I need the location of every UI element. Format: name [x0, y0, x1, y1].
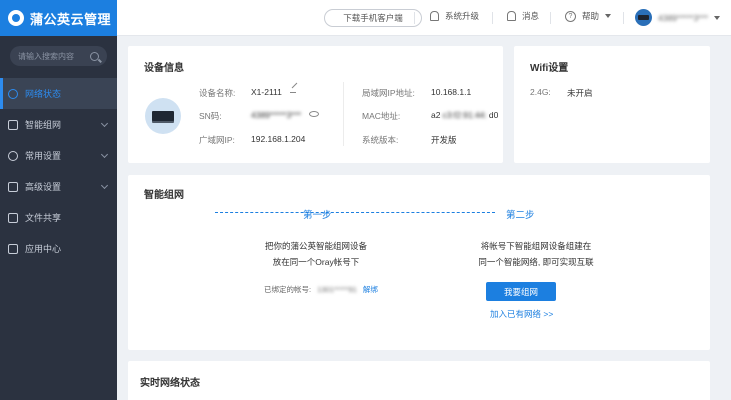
device-info-card: 设备信息 设备名称: X1-2111 SN码: 4389*****3*** 广域…	[128, 46, 503, 163]
account-name: 4389*****3***	[658, 12, 709, 23]
lan-ip-value: 10.168.1.1	[431, 87, 472, 97]
caret-down-icon	[605, 14, 612, 18]
logo[interactable]: 蒲公英云管理	[0, 0, 117, 36]
chevron-down-icon	[100, 150, 109, 159]
sidebar: 蒲公英云管理 请输入搜索内容 网络状态 智能组网 常用设置 高级设置 文件共享 …	[0, 0, 117, 400]
system-upgrade-button[interactable]: 系统升级	[430, 10, 479, 22]
settings-icon	[8, 150, 18, 161]
search-placeholder: 请输入搜索内容	[18, 51, 74, 61]
sidebar-item-common-settings[interactable]: 常用设置	[0, 140, 117, 171]
sidebar-item-label: 高级设置	[25, 182, 62, 192]
download-client-button[interactable]: 下载手机客户端	[324, 9, 422, 27]
device-name-value: X1-2111	[251, 87, 282, 97]
divider	[343, 82, 344, 146]
advanced-icon	[8, 181, 18, 192]
divider	[550, 12, 551, 24]
device-name-row: 设备名称: X1-2111	[199, 87, 296, 99]
upgrade-icon	[430, 11, 439, 21]
top-bar: 下载手机客户端 系统升级 消息 ? 帮助 4389*****3***	[117, 0, 731, 36]
sidebar-item-label: 网络状态	[25, 89, 62, 99]
search-icon[interactable]	[90, 51, 99, 61]
divider	[492, 12, 493, 24]
help-label: 帮助	[582, 11, 600, 21]
sidebar-item-advanced-settings[interactable]: 高级设置	[0, 171, 117, 202]
apps-icon	[8, 243, 18, 254]
messages-button[interactable]: 消息	[507, 10, 539, 22]
sidebar-item-app-center[interactable]: 应用中心	[0, 233, 117, 264]
sidebar-item-label: 应用中心	[25, 244, 62, 254]
sidebar-item-mesh[interactable]: 智能组网	[0, 109, 117, 140]
divider	[414, 12, 415, 24]
sidebar-item-label: 常用设置	[25, 151, 62, 161]
network-icon	[8, 88, 18, 99]
bound-account: 已绑定的帐号: 1301*****91 解绑	[264, 284, 378, 295]
bound-account-label: 已绑定的帐号:	[264, 285, 312, 294]
mac-row: MAC地址: a2 c3:f2:91:44: d0	[362, 110, 499, 121]
sn-row: SN码: 4389*****3***	[199, 110, 320, 122]
mac-value-start: a2	[431, 110, 441, 120]
step-one-label: 第一步	[303, 210, 332, 221]
device-info-title: 设备信息	[144, 63, 184, 74]
sidebar-item-label: 智能组网	[25, 120, 62, 130]
wan-ip-value: 192.168.1.204	[251, 134, 306, 144]
mesh-title: 智能组网	[144, 190, 184, 201]
sidebar-item-label: 文件共享	[25, 213, 62, 223]
step-two-description: 将帐号下智能组网设备组建在 同一个智能网络, 即可实现互联	[478, 241, 594, 267]
version-row: 系统版本: 开发版	[362, 135, 457, 145]
lan-ip-row: 局域网IP地址: 10.168.1.1	[362, 87, 472, 98]
bound-account-value: 1301*****91	[317, 285, 357, 294]
step-connector	[215, 212, 495, 213]
wifi-2g-status: 未开启	[567, 88, 593, 98]
device-image	[145, 98, 181, 134]
account-menu[interactable]: 4389*****3***	[635, 9, 721, 26]
mac-value-masked: c3:f2:91:44:	[442, 110, 487, 120]
chevron-down-icon	[100, 119, 109, 128]
step-two-label: 第二步	[506, 210, 535, 221]
logo-icon	[8, 10, 24, 26]
chevron-down-icon	[100, 181, 109, 190]
version-value: 开发版	[431, 135, 457, 145]
caret-down-icon	[714, 15, 721, 20]
folder-icon	[8, 212, 18, 223]
sidebar-item-network-status[interactable]: 网络状态	[0, 78, 117, 109]
realtime-status-title: 实时网络状态	[140, 378, 200, 389]
join-network-link[interactable]: 加入已有网络 >>	[490, 308, 553, 320]
help-button[interactable]: ? 帮助	[565, 10, 612, 22]
eye-hidden-icon[interactable]	[309, 111, 320, 117]
realtime-status-card: 实时网络状态	[128, 361, 710, 400]
edit-icon[interactable]	[289, 87, 296, 93]
avatar	[635, 9, 652, 26]
bell-icon	[507, 11, 516, 21]
search-input[interactable]: 请输入搜索内容	[10, 46, 107, 66]
mac-value-end: d0	[488, 110, 499, 120]
step-one-description: 把你的蒲公英智能组网设备 放在同一个Oray帐号下	[264, 241, 367, 267]
wifi-2g-row: 2.4G: 未开启	[530, 87, 593, 98]
wan-ip-row: 广域网IP: 192.168.1.204	[199, 134, 306, 145]
wifi-card: Wifi设置 2.4G: 未开启	[514, 46, 710, 163]
wifi-title: Wifi设置	[530, 63, 569, 74]
unbind-link[interactable]: 解绑	[363, 285, 378, 294]
messages-label: 消息	[522, 11, 540, 21]
mesh-icon	[8, 119, 18, 130]
create-network-button[interactable]: 我要组网	[486, 282, 556, 301]
app-title: 蒲公英云管理	[30, 11, 112, 27]
help-icon: ?	[565, 10, 576, 22]
sidebar-item-file-sharing[interactable]: 文件共享	[0, 202, 117, 233]
sn-value: 4389*****3***	[251, 110, 302, 120]
divider	[623, 12, 624, 24]
system-upgrade-label: 系统升级	[445, 11, 480, 21]
